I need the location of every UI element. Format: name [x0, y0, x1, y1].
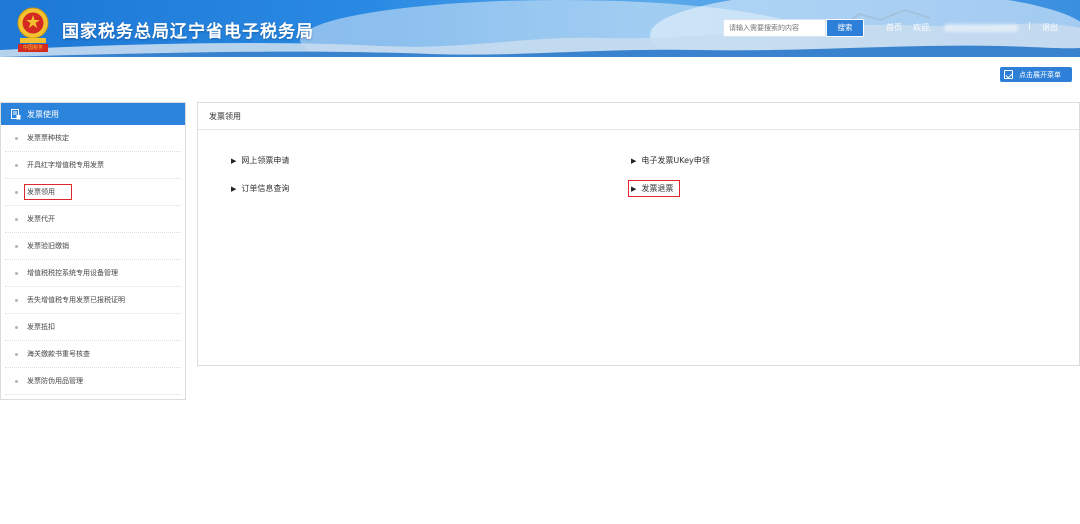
site-header: 中国税务 国家税务总局辽宁省电子税务局 搜索 首页 欢迎, | 退出	[0, 0, 1080, 57]
checkbox-icon	[1004, 70, 1013, 79]
sidebar-item-label: 开具红字增值税专用发票	[27, 161, 104, 169]
home-link[interactable]: 首页	[886, 22, 902, 33]
sidebar-header[interactable]: 发票使用	[1, 103, 185, 125]
bullet-icon	[15, 379, 18, 383]
main-panel: 发票领用 ▶ 网上领票申请 ▶ 电子发票UKey申领 ▶ 订单信息查询 ▶ 发票…	[197, 102, 1080, 366]
sidebar-item-invoice-deduction[interactable]: 发票抵扣	[5, 314, 181, 341]
sidebar-item-customs-duplicate-check[interactable]: 海关缴款书重号核查	[5, 341, 181, 368]
triangle-right-icon: ▶	[231, 184, 237, 193]
bullet-icon	[15, 298, 18, 302]
link-label: 发票退票	[641, 184, 674, 193]
sidebar-item-label: 发票验旧缴销	[27, 242, 69, 250]
bullet-icon	[15, 325, 18, 329]
link-label: 电子发票UKey申领	[641, 156, 710, 165]
sidebar-item-invoice-verify-cancel[interactable]: 发票验旧缴销	[5, 233, 181, 260]
welcome-text: 欢迎,	[913, 23, 932, 32]
sidebar-item-invoice-proxy-issue[interactable]: 发票代开	[5, 206, 181, 233]
link-label: 网上领票申请	[241, 156, 290, 165]
link-online-invoice-application[interactable]: ▶ 网上领票申请	[231, 155, 289, 166]
link-invoice-return[interactable]: ▶ 发票退票	[627, 180, 681, 197]
sidebar-item-lost-vat-certificate[interactable]: 丢失增值税专用发票已报税证明	[5, 287, 181, 314]
bullet-icon	[15, 217, 18, 221]
triangle-right-icon: ▶	[231, 156, 237, 165]
expand-menu-label: 点击展开菜单	[1019, 70, 1061, 79]
username-redacted	[944, 24, 1018, 32]
panel-title: 发票领用	[198, 103, 1079, 130]
sidebar-item-label: 发票防伪用品管理	[27, 377, 83, 385]
sidebar-item-label: 增值税税控系统专用设备管理	[27, 269, 118, 277]
bullet-icon	[15, 271, 18, 275]
sidebar-item-tax-control-device[interactable]: 增值税税控系统专用设备管理	[5, 260, 181, 287]
site-title: 国家税务总局辽宁省电子税务局	[62, 22, 314, 42]
bullet-icon	[15, 136, 18, 140]
sidebar-item-label: 发票票种核定	[27, 134, 69, 142]
expand-menu-button[interactable]: 点击展开菜单	[1000, 67, 1072, 82]
sidebar: 发票使用 发票票种核定 开具红字增值税专用发票 发票领用 发票代开 发票验旧缴销…	[0, 102, 186, 400]
search-input[interactable]	[723, 19, 826, 37]
triangle-right-icon: ▶	[631, 184, 637, 193]
sidebar-item-red-vat-invoice[interactable]: 开具红字增值税专用发票	[5, 152, 181, 179]
sidebar-item-label: 丢失增值税专用发票已报税证明	[27, 296, 125, 304]
sidebar-item-label: 发票抵扣	[27, 323, 55, 331]
triangle-right-icon: ▶	[631, 156, 637, 165]
sidebar-item-label: 发票代开	[27, 215, 55, 223]
sidebar-header-label: 发票使用	[27, 109, 59, 119]
bullet-icon	[15, 352, 18, 356]
search-button[interactable]: 搜索	[826, 19, 864, 37]
sidebar-item-invoice-collection[interactable]: 发票领用	[5, 179, 181, 206]
sidebar-menu: 发票票种核定 开具红字增值税专用发票 发票领用 发票代开 发票验旧缴销 增值税税…	[1, 125, 185, 395]
logout-link[interactable]: 退出	[1042, 22, 1058, 33]
sidebar-item-anti-counterfeit-supplies[interactable]: 发票防伪用品管理	[5, 368, 181, 395]
sidebar-item-invoice-type-approval[interactable]: 发票票种核定	[5, 125, 181, 152]
link-label: 订单信息查询	[241, 184, 290, 193]
tax-emblem-icon: 中国税务	[14, 5, 52, 53]
bullet-icon	[15, 163, 18, 167]
emblem-label: 中国税务	[22, 45, 43, 51]
sidebar-item-label: 发票领用	[24, 184, 72, 200]
bullet-icon	[15, 244, 18, 248]
sidebar-item-label: 海关缴款书重号核查	[27, 350, 90, 358]
link-order-info-query[interactable]: ▶ 订单信息查询	[231, 183, 289, 194]
header-divider: |	[1028, 21, 1031, 30]
bullet-icon	[15, 190, 18, 194]
link-ukey-application[interactable]: ▶ 电子发票UKey申领	[631, 155, 710, 166]
document-icon	[11, 108, 21, 119]
